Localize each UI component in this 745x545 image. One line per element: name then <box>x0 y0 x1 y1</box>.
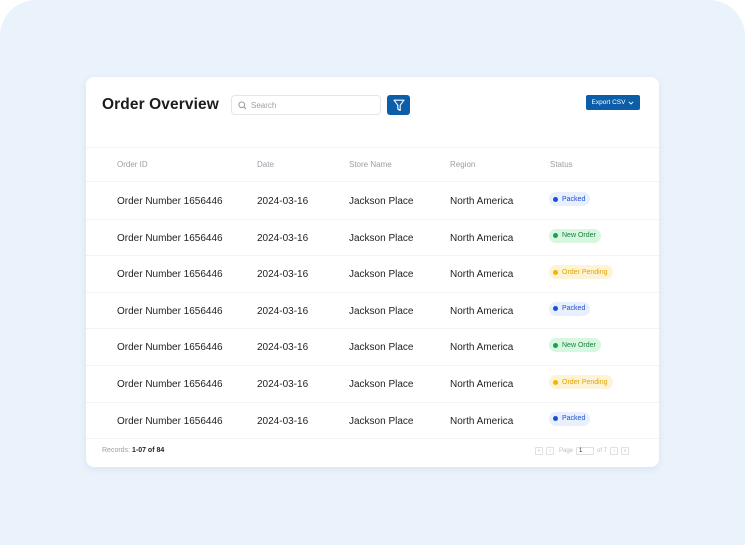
column-header-store-name[interactable]: Store Name <box>349 160 392 169</box>
table-row[interactable]: Order Number 1656446 2024-03-16 Jackson Pl… <box>86 366 659 403</box>
status-label: Packed <box>562 305 586 313</box>
date-cell: 2024-03-16 <box>257 305 309 317</box>
region-cell: North America <box>450 269 514 281</box>
chevron-down-icon <box>628 100 635 105</box>
status-label: Packed <box>562 195 586 203</box>
search-icon <box>238 100 247 109</box>
status-label: Order Pending <box>562 378 608 386</box>
order-id-cell: Order Number 1656446 <box>117 415 223 427</box>
status-dot-icon <box>553 379 558 385</box>
store-name-cell: Jackson Place <box>349 232 414 244</box>
status-dot-icon <box>553 269 558 275</box>
status-badge: Order Pending <box>549 265 613 280</box>
first-page-icon[interactable]: « <box>535 447 543 455</box>
status-dot-icon <box>553 342 558 348</box>
page-label: Page <box>559 448 574 454</box>
column-header-status[interactable]: Status <box>550 160 573 169</box>
date-cell: 2024-03-16 <box>257 232 309 244</box>
store-name-cell: Jackson Place <box>349 415 414 427</box>
column-header-order-id[interactable]: Order ID <box>117 160 148 169</box>
date-cell: 2024-03-16 <box>257 196 309 207</box>
status-dot-icon <box>553 196 558 202</box>
order-overview-card: Order Overview Export CSV Order ID Date … <box>86 77 659 467</box>
status-dot-icon <box>553 306 558 312</box>
order-id-cell: Order Number 1656446 <box>117 196 223 207</box>
status-badge: Packed <box>549 301 591 316</box>
region-cell: North America <box>450 305 514 317</box>
order-id-cell: Order Number 1656446 <box>117 305 223 317</box>
table-header: Order ID Date Store Name Region Status <box>86 147 659 182</box>
order-id-cell: Order Number 1656446 <box>117 379 223 390</box>
table-row[interactable]: Order Number 1656446 2024-03-16 Jackson Pl… <box>86 329 659 366</box>
filter-icon <box>392 99 405 111</box>
page-total-label: of 7 <box>597 448 608 454</box>
date-cell: 2024-03-16 <box>257 379 309 390</box>
next-page-icon[interactable]: › <box>610 447 619 455</box>
table-row[interactable]: Order Number 1656446 2024-03-16 Jackson Pl… <box>86 220 659 257</box>
store-name-cell: Jackson Place <box>349 196 414 207</box>
status-dot-icon <box>553 416 558 422</box>
search-input[interactable] <box>251 100 371 110</box>
date-cell: 2024-03-16 <box>257 342 309 354</box>
status-badge: New Order <box>549 338 601 353</box>
records-summary: Records: 1-07 of 84 <box>102 447 164 454</box>
export-csv-button[interactable]: Export CSV <box>586 95 640 110</box>
order-id-cell: Order Number 1656446 <box>117 342 223 354</box>
table-row[interactable]: Order Number 1656446 2024-03-16 Jackson Pl… <box>86 293 659 330</box>
column-header-date[interactable]: Date <box>257 160 274 169</box>
store-name-cell: Jackson Place <box>349 379 414 390</box>
status-badge: Order Pending <box>549 375 613 389</box>
date-cell: 2024-03-16 <box>257 415 309 427</box>
store-name-cell: Jackson Place <box>349 342 414 354</box>
store-name-cell: Jackson Place <box>349 269 414 281</box>
status-label: Packed <box>562 415 586 423</box>
export-csv-label: Export CSV <box>591 99 626 106</box>
status-badge: Packed <box>549 192 591 206</box>
column-header-region[interactable]: Region <box>450 160 475 169</box>
records-label: Records: <box>102 447 131 454</box>
status-label: Order Pending <box>562 268 608 276</box>
order-id-cell: Order Number 1656446 <box>117 232 223 244</box>
region-cell: North America <box>450 232 514 244</box>
filter-button[interactable] <box>387 95 410 115</box>
page-number-value: 1 <box>579 448 583 454</box>
date-cell: 2024-03-16 <box>257 269 309 281</box>
region-cell: North America <box>450 379 514 390</box>
region-cell: North America <box>450 196 514 207</box>
status-label: New Order <box>562 341 596 349</box>
status-dot-icon <box>553 233 558 239</box>
search-box[interactable] <box>231 95 381 115</box>
status-label: New Order <box>562 232 596 240</box>
page-title: Order Overview <box>102 96 219 113</box>
table-row[interactable]: Order Number 1656446 2024-03-16 Jackson Pl… <box>86 183 659 220</box>
order-id-cell: Order Number 1656446 <box>117 269 223 281</box>
records-value: 1-07 of 84 <box>131 447 165 454</box>
store-name-cell: Jackson Place <box>349 305 414 317</box>
region-cell: North America <box>450 342 514 354</box>
region-cell: North America <box>450 415 514 427</box>
table-row[interactable]: Order Number 1656446 2024-03-16 Jackson Pl… <box>86 256 659 293</box>
status-badge: New Order <box>549 228 601 243</box>
prev-page-icon[interactable]: ‹ <box>546 447 554 455</box>
status-badge: Packed <box>549 411 591 426</box>
last-page-icon[interactable]: » <box>621 447 630 455</box>
page-number-input[interactable]: 1 <box>576 447 595 455</box>
table-row[interactable]: Order Number 1656446 2024-03-16 Jackson Pl… <box>86 403 659 440</box>
pagination: « ‹ Page 1 of 7 › » <box>535 446 630 456</box>
